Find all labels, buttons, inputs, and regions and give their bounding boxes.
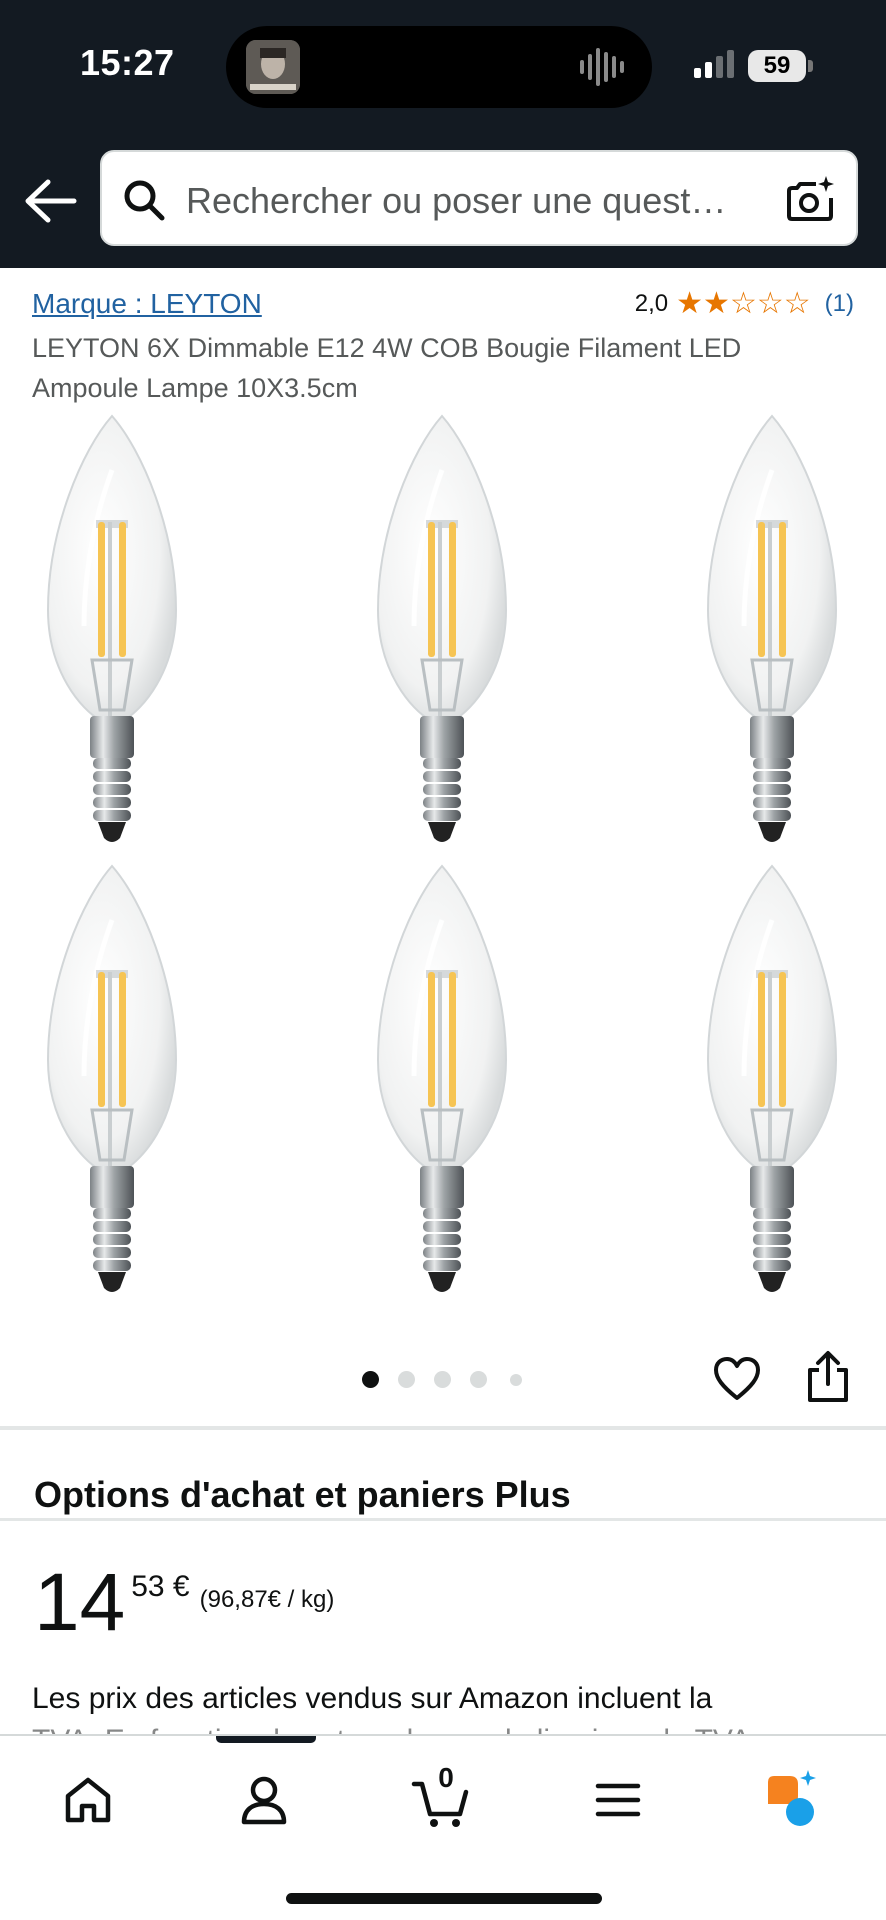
star-filled-icon: ★ — [676, 287, 704, 320]
vat-notice: Les prix des articles vendus sur Amazon … — [32, 1682, 713, 1715]
rating-count[interactable]: (1) — [825, 290, 854, 318]
unit-price: (96,87€ / kg) — [199, 1586, 335, 1613]
section-divider — [0, 1518, 886, 1521]
home-indicator[interactable] — [286, 1893, 602, 1904]
bulb-image-1 — [12, 410, 212, 850]
cart-count: 0 — [438, 1762, 454, 1793]
brand-link[interactable]: Marque : LEYTON — [32, 288, 262, 320]
back-arrow-icon[interactable] — [22, 176, 78, 226]
carousel-dot-5[interactable] — [510, 1374, 522, 1386]
cellular-signal-icon — [694, 50, 734, 78]
section-divider — [0, 1426, 886, 1430]
camera-search-icon[interactable] — [786, 174, 836, 224]
carousel-dot-1[interactable] — [362, 1371, 379, 1388]
price-block: 14 53 € (96,87€ / kg) — [34, 1560, 334, 1646]
active-tab-indicator — [216, 1736, 316, 1743]
carousel-dot-2[interactable] — [398, 1371, 415, 1388]
product-image-gallery[interactable] — [0, 410, 886, 1290]
rating-value: 2,0 — [634, 290, 669, 317]
star-empty-icon: ☆ — [756, 287, 784, 320]
buying-options-heading: Options d'achat et paniers Plus — [34, 1474, 571, 1515]
search-input[interactable]: Rechercher ou poser une quest… — [186, 180, 774, 222]
star-empty-icon: ☆ — [783, 287, 811, 320]
bulb-image-6 — [672, 860, 872, 1300]
bulb-image-2 — [342, 410, 542, 850]
rating-stars: ★ ★ ☆ ☆ ☆ — [676, 289, 811, 319]
bulb-image-4 — [12, 860, 212, 1300]
battery-indicator: 59 — [748, 50, 806, 82]
price-fraction: 53 € — [131, 1570, 190, 1603]
carousel-dot-3[interactable] — [434, 1371, 451, 1388]
share-icon[interactable] — [804, 1350, 852, 1404]
cart-button[interactable]: 0 — [410, 1762, 474, 1832]
price-whole: 14 — [34, 1557, 126, 1648]
star-filled-icon: ★ — [703, 287, 730, 320]
rating-summary[interactable]: 2,0 ★ ★ ☆ ☆ ☆ (1) — [635, 288, 854, 320]
battery-tip — [808, 60, 813, 72]
status-time: 15:27 — [80, 42, 175, 83]
search-bar[interactable]: Rechercher ou poser une quest… — [100, 150, 858, 246]
product-title: LEYTON 6X Dimmable E12 4W COB Bougie Fil… — [32, 333, 742, 403]
star-empty-icon: ☆ — [729, 287, 757, 320]
bulb-image-3 — [672, 410, 872, 850]
rufus-assistant-icon[interactable] — [760, 1768, 824, 1832]
top-header: 15:27 59 Rechercher ou poser une quest… — [0, 0, 886, 268]
audio-waveform-icon — [580, 48, 624, 86]
wishlist-heart-icon[interactable] — [712, 1354, 762, 1404]
account-icon[interactable] — [232, 1768, 296, 1832]
home-icon[interactable] — [56, 1768, 120, 1832]
menu-icon[interactable] — [586, 1768, 650, 1832]
now-playing-artwork — [246, 40, 300, 94]
bulb-image-5 — [342, 860, 542, 1300]
search-icon — [124, 180, 165, 221]
carousel-dot-4[interactable] — [470, 1371, 487, 1388]
dynamic-island[interactable] — [226, 26, 652, 108]
